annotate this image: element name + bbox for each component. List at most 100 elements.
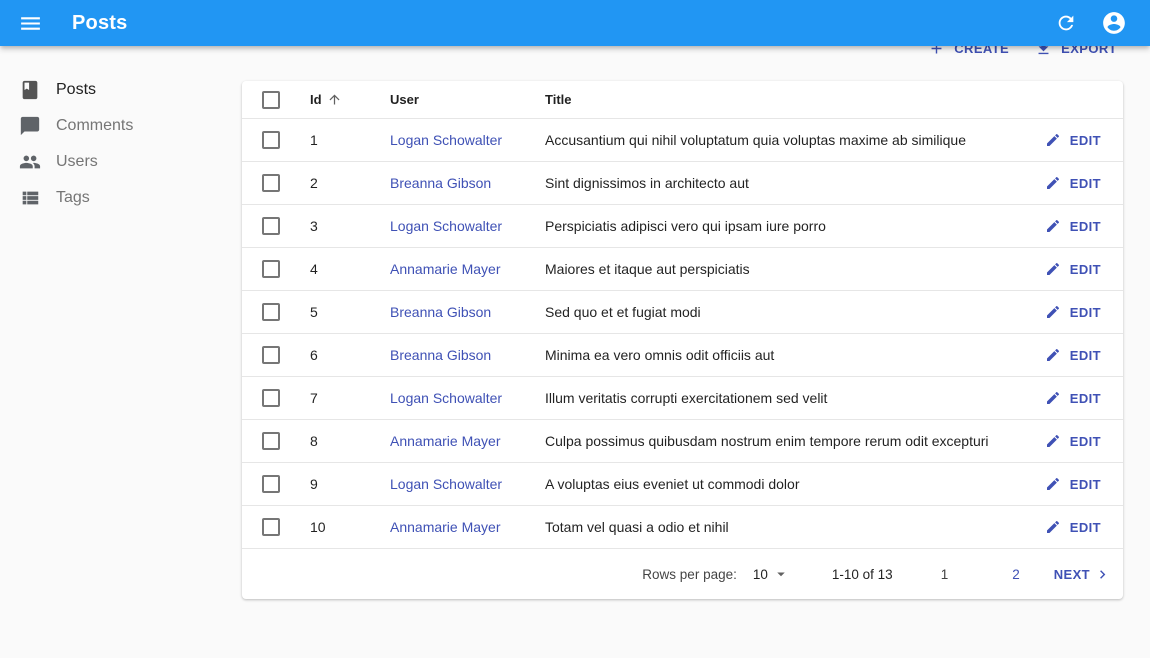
cell-title: Maiores et itaque aut perspiciatis [545, 261, 1003, 277]
row-checkbox[interactable] [262, 346, 280, 364]
app-bar: Posts [0, 0, 1150, 46]
pencil-icon [1045, 304, 1061, 320]
book-icon [19, 79, 41, 101]
posts-list-card: Id User Title 1 Logan Schowalter Accusan… [242, 81, 1123, 599]
user-link[interactable]: Annamarie Mayer [390, 261, 501, 277]
edit-button[interactable]: EDIT [1043, 472, 1103, 496]
column-header-id[interactable]: Id [310, 92, 390, 107]
edit-button-label: EDIT [1070, 520, 1101, 535]
table-row: 4 Annamarie Mayer Maiores et itaque aut … [242, 247, 1123, 290]
edit-button-label: EDIT [1070, 434, 1101, 449]
user-link[interactable]: Logan Schowalter [390, 218, 502, 234]
edit-button[interactable]: EDIT [1043, 257, 1103, 281]
table-row: 2 Breanna Gibson Sint dignissimos in arc… [242, 161, 1123, 204]
table-row: 8 Annamarie Mayer Culpa possimus quibusd… [242, 419, 1123, 462]
page-button-2[interactable]: 2 [1002, 561, 1030, 588]
edit-button-label: EDIT [1070, 305, 1101, 320]
hamburger-icon [18, 11, 43, 36]
table-row: 7 Logan Schowalter Illum veritatis corru… [242, 376, 1123, 419]
user-link[interactable]: Breanna Gibson [390, 304, 491, 320]
column-header-user[interactable]: User [390, 92, 545, 107]
cell-id: 10 [310, 519, 390, 535]
pencil-icon [1045, 476, 1061, 492]
rows-per-page-label: Rows per page: [642, 567, 737, 582]
edit-button[interactable]: EDIT [1043, 386, 1103, 410]
cell-id: 7 [310, 390, 390, 406]
row-checkbox[interactable] [262, 518, 280, 536]
cell-title: Accusantium qui nihil voluptatum quia vo… [545, 132, 1003, 148]
pencil-icon [1045, 433, 1061, 449]
page-button-1[interactable]: 1 [931, 561, 959, 588]
edit-button[interactable]: EDIT [1043, 128, 1103, 152]
column-header-title[interactable]: Title [545, 92, 1003, 107]
table-row: 6 Breanna Gibson Minima ea vero omnis od… [242, 333, 1123, 376]
pagination-range: 1-10 of 13 [832, 567, 893, 582]
sidebar: Posts Comments Users Tags [0, 46, 242, 658]
user-link[interactable]: Annamarie Mayer [390, 433, 501, 449]
cell-title-text: Maiores et itaque aut perspiciatis [545, 261, 750, 277]
table-body: 1 Logan Schowalter Accusantium qui nihil… [242, 118, 1123, 548]
table-row: 9 Logan Schowalter A voluptas eius eveni… [242, 462, 1123, 505]
cell-title: Totam vel quasi a odio et nihil [545, 519, 1003, 535]
edit-button-label: EDIT [1070, 176, 1101, 191]
sidebar-item-users[interactable]: Users [0, 144, 242, 180]
sidebar-item-posts[interactable]: Posts [0, 72, 242, 108]
pencil-icon [1045, 347, 1061, 363]
hamburger-menu-button[interactable] [10, 3, 50, 43]
edit-button[interactable]: EDIT [1043, 429, 1103, 453]
cell-title-text: Illum veritatis corrupti exercitationem … [545, 390, 827, 406]
pencil-icon [1045, 519, 1061, 535]
user-link[interactable]: Annamarie Mayer [390, 519, 501, 535]
cell-title-text: Accusantium qui nihil voluptatum quia vo… [545, 132, 966, 148]
rows-per-page-select[interactable]: 10 [753, 565, 790, 583]
sidebar-item-comments[interactable]: Comments [0, 108, 242, 144]
refresh-button[interactable] [1046, 3, 1086, 43]
cell-id: 5 [310, 304, 390, 320]
row-checkbox[interactable] [262, 475, 280, 493]
edit-button-label: EDIT [1070, 262, 1101, 277]
pencil-icon [1045, 218, 1061, 234]
edit-button[interactable]: EDIT [1043, 515, 1103, 539]
sidebar-item-label: Tags [56, 189, 90, 207]
cell-title: Perspiciatis adipisci vero qui ipsam iur… [545, 218, 1003, 234]
pencil-icon [1045, 390, 1061, 406]
table-header-row: Id User Title [242, 81, 1123, 118]
cell-title: Sed quo et et fugiat modi [545, 304, 1003, 320]
user-link[interactable]: Logan Schowalter [390, 476, 502, 492]
sidebar-item-tags[interactable]: Tags [0, 180, 242, 216]
select-all-checkbox[interactable] [262, 91, 280, 109]
row-checkbox[interactable] [262, 260, 280, 278]
list-icon [19, 187, 41, 209]
user-link[interactable]: Logan Schowalter [390, 390, 502, 406]
page-title: Posts [72, 12, 1046, 35]
row-checkbox[interactable] [262, 432, 280, 450]
row-checkbox[interactable] [262, 389, 280, 407]
cell-title: Culpa possimus quibusdam nostrum enim te… [545, 433, 1003, 449]
row-checkbox[interactable] [262, 131, 280, 149]
edit-button[interactable]: EDIT [1043, 214, 1103, 238]
cell-id: 3 [310, 218, 390, 234]
user-link[interactable]: Logan Schowalter [390, 132, 502, 148]
next-page-button[interactable]: NEXT [1052, 560, 1113, 589]
sidebar-item-label: Users [56, 153, 98, 171]
edit-button-label: EDIT [1070, 477, 1101, 492]
row-checkbox[interactable] [262, 303, 280, 321]
profile-button[interactable] [1094, 3, 1134, 43]
edit-button[interactable]: EDIT [1043, 343, 1103, 367]
cell-id: 2 [310, 175, 390, 191]
pencil-icon [1045, 132, 1061, 148]
user-link[interactable]: Breanna Gibson [390, 175, 491, 191]
people-icon [19, 151, 41, 173]
user-link[interactable]: Breanna Gibson [390, 347, 491, 363]
row-checkbox[interactable] [262, 174, 280, 192]
sidebar-item-label: Comments [56, 117, 133, 135]
cell-title-text: Minima ea vero omnis odit officiis aut [545, 347, 774, 363]
cell-id: 8 [310, 433, 390, 449]
table-row: 1 Logan Schowalter Accusantium qui nihil… [242, 118, 1123, 161]
row-checkbox[interactable] [262, 217, 280, 235]
cell-title: Illum veritatis corrupti exercitationem … [545, 390, 1003, 406]
edit-button[interactable]: EDIT [1043, 171, 1103, 195]
edit-button-label: EDIT [1070, 348, 1101, 363]
cell-id: 9 [310, 476, 390, 492]
edit-button[interactable]: EDIT [1043, 300, 1103, 324]
